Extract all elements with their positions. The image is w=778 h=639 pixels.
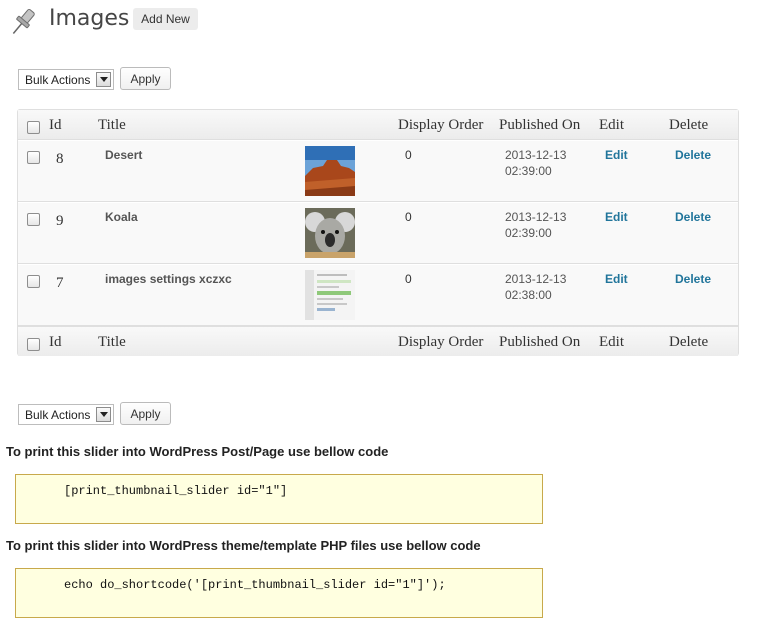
column-published-on[interactable]: Published On <box>499 117 580 134</box>
row-checkbox[interactable] <box>27 151 40 164</box>
bulk-actions-value: Bulk Actions <box>25 407 91 422</box>
edit-link[interactable]: Edit <box>605 210 628 224</box>
row-published-date: 2013-12-13 <box>505 272 567 286</box>
apply-button-bottom[interactable]: Apply <box>120 402 171 425</box>
row-display-order: 0 <box>405 148 412 162</box>
column-display-order[interactable]: Display Order <box>398 334 483 351</box>
column-edit: Edit <box>599 334 624 350</box>
column-title[interactable]: Title <box>98 334 126 351</box>
table-row: 7 images settings xczxc 0 2013-12-13 02:… <box>18 264 738 326</box>
column-delete: Delete <box>669 334 709 350</box>
row-id: 7 <box>56 275 64 291</box>
table-row: 8 Desert 0 2013-12-13 02:39:00 Edit Dele… <box>18 140 738 202</box>
column-id[interactable]: Id <box>49 334 62 351</box>
row-display-order: 0 <box>405 210 412 224</box>
column-published-on[interactable]: Published On <box>499 334 580 351</box>
column-id[interactable]: Id <box>49 117 62 134</box>
row-display-order: 0 <box>405 272 412 286</box>
bulk-actions-value: Bulk Actions <box>25 72 91 87</box>
column-title[interactable]: Title <box>98 117 126 134</box>
delete-link[interactable]: Delete <box>675 210 711 224</box>
table-header: Id Title Display Order Published On Edit… <box>18 110 738 140</box>
post-shortcode-text: [print_thumbnail_slider id="1"] <box>64 484 288 498</box>
pushpin-icon <box>6 6 40 38</box>
desert-thumbnail <box>305 146 355 196</box>
delete-link[interactable]: Delete <box>675 148 711 162</box>
column-display-order[interactable]: Display Order <box>398 117 483 134</box>
add-new-button[interactable]: Add New <box>133 8 198 30</box>
screenshot-thumbnail <box>305 270 355 320</box>
table-footer: Id Title Display Order Published On Edit… <box>18 326 738 356</box>
row-title: images settings xczxc <box>105 272 232 286</box>
row-published-date: 2013-12-13 <box>505 148 567 162</box>
row-title: Desert <box>105 148 143 162</box>
dropdown-arrow-icon <box>96 72 111 87</box>
apply-button-top[interactable]: Apply <box>120 67 171 90</box>
column-delete: Delete <box>669 117 709 133</box>
row-checkbox[interactable] <box>27 275 40 288</box>
theme-shortcode-heading: To print this slider into WordPress them… <box>6 538 481 553</box>
post-shortcode-heading: To print this slider into WordPress Post… <box>6 444 389 459</box>
page-title: Images <box>49 6 130 31</box>
row-published-date: 2013-12-13 <box>505 210 567 224</box>
row-title: Koala <box>105 210 138 224</box>
delete-link[interactable]: Delete <box>675 272 711 286</box>
images-table: Id Title Display Order Published On Edit… <box>17 109 739 356</box>
theme-shortcode-text: echo do_shortcode('[print_thumbnail_slid… <box>64 578 446 592</box>
post-shortcode-box[interactable]: [print_thumbnail_slider id="1"] <box>15 474 543 524</box>
table-row: 9 Koala 0 2013-12-13 02:39:00 Edit Delet… <box>18 202 738 264</box>
row-id: 9 <box>56 213 64 229</box>
koala-thumbnail <box>305 208 355 258</box>
theme-shortcode-box[interactable]: echo do_shortcode('[print_thumbnail_slid… <box>15 568 543 618</box>
select-all-checkbox-bottom[interactable] <box>27 338 40 351</box>
select-all-checkbox-top[interactable] <box>27 121 40 134</box>
bulk-actions-select-top[interactable]: Bulk Actions <box>18 69 114 90</box>
edit-link[interactable]: Edit <box>605 272 628 286</box>
edit-link[interactable]: Edit <box>605 148 628 162</box>
row-published-time: 02:39:00 <box>505 164 552 178</box>
row-checkbox[interactable] <box>27 213 40 226</box>
bulk-actions-select-bottom[interactable]: Bulk Actions <box>18 404 114 425</box>
dropdown-arrow-icon <box>96 407 111 422</box>
row-published-time: 02:38:00 <box>505 288 552 302</box>
column-edit: Edit <box>599 117 624 133</box>
row-id: 8 <box>56 151 64 167</box>
row-published-time: 02:39:00 <box>505 226 552 240</box>
